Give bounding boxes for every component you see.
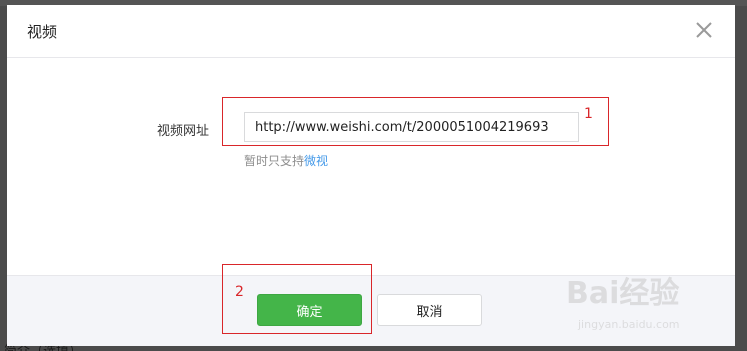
annotation-number-1: 1 xyxy=(584,106,593,122)
dialog-header: 视频 xyxy=(7,5,735,58)
video-dialog: 视频 视频网址 暂时只支持微视 1 确定 取消 2 xyxy=(7,5,735,346)
hint-text: 暂时只支持 xyxy=(244,154,305,168)
weishi-link[interactable]: 微视 xyxy=(304,154,328,168)
url-hint: 暂时只支持微视 xyxy=(244,152,328,169)
annotation-number-2: 2 xyxy=(235,284,244,300)
confirm-button[interactable]: 确定 xyxy=(257,294,362,326)
close-button[interactable] xyxy=(695,21,713,39)
dialog-title: 视频 xyxy=(27,23,58,41)
close-icon xyxy=(696,22,712,38)
url-field-label: 视频网址 xyxy=(157,124,210,139)
dialog-footer xyxy=(7,275,735,346)
cancel-button[interactable]: 取消 xyxy=(377,294,482,326)
video-url-input[interactable] xyxy=(244,112,579,142)
